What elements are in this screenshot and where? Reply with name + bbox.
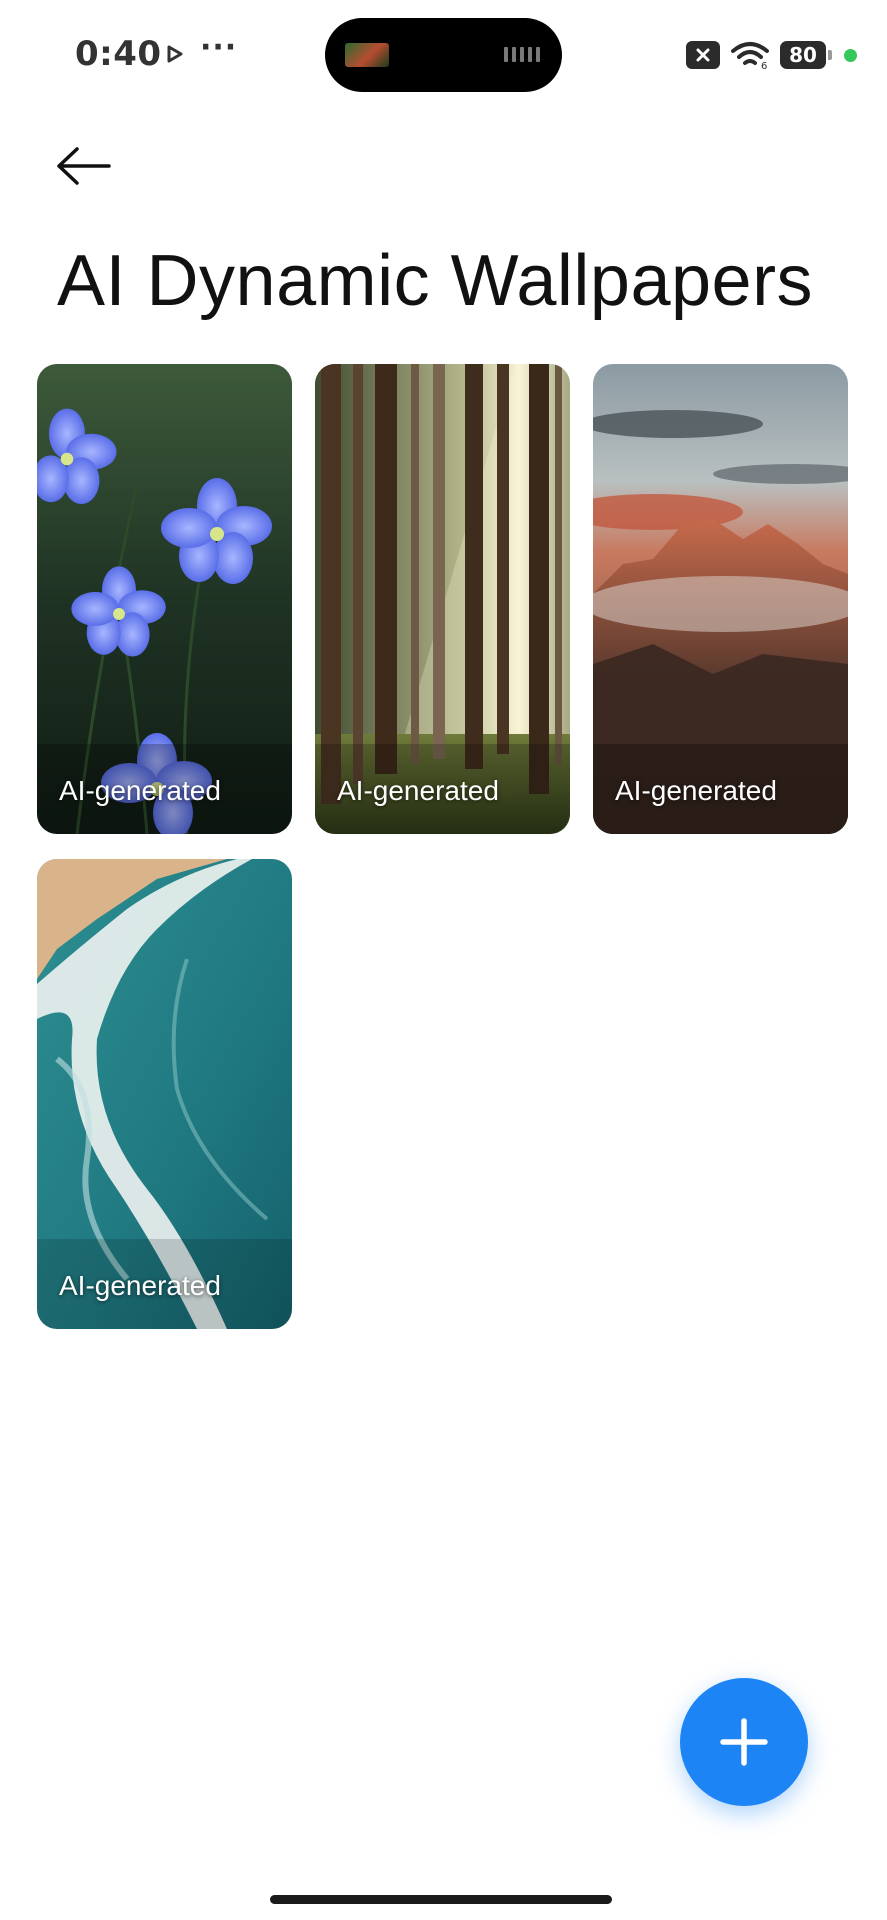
status-bar: 0:40 ··· 6 80 (0, 0, 887, 110)
sim-off-icon (686, 41, 720, 69)
card-label: AI-generated (615, 775, 777, 806)
battery-icon: 80 (780, 41, 832, 69)
privacy-dot-icon (844, 48, 857, 62)
home-indicator[interactable] (270, 1895, 612, 1904)
wallpaper-card-mountain[interactable]: AI-generated (593, 364, 848, 834)
wallpaper-thumbnail (37, 859, 292, 1329)
audio-bars-icon (504, 47, 540, 62)
wallpaper-card-ocean[interactable]: AI-generated (37, 859, 292, 1329)
play-icon (167, 45, 183, 63)
battery-level: 80 (789, 43, 817, 67)
wallpaper-card-flowers[interactable]: AI-generated (37, 364, 292, 834)
status-time: 0:40 (75, 34, 162, 74)
wifi-icon: 6 (731, 42, 769, 70)
page-title: AI Dynamic Wallpapers (57, 241, 814, 321)
arrow-left-icon (57, 147, 111, 185)
card-label: AI-generated (59, 1270, 221, 1301)
card-label: AI-generated (59, 775, 221, 806)
wallpaper-card-forest[interactable]: AI-generated (315, 364, 570, 834)
wallpaper-thumbnail (593, 364, 848, 834)
wallpaper-thumbnail (37, 364, 292, 834)
dynamic-island[interactable] (325, 18, 562, 92)
status-icons: 6 80 (686, 40, 857, 70)
svg-text:6: 6 (761, 61, 767, 70)
card-label: AI-generated (337, 775, 499, 806)
wallpaper-thumbnail (315, 364, 570, 834)
more-dots-icon: ··· (200, 30, 238, 65)
plus-icon (720, 1718, 768, 1766)
back-button[interactable] (55, 138, 123, 194)
add-wallpaper-button[interactable] (680, 1678, 808, 1806)
media-thumbnail (345, 43, 389, 67)
